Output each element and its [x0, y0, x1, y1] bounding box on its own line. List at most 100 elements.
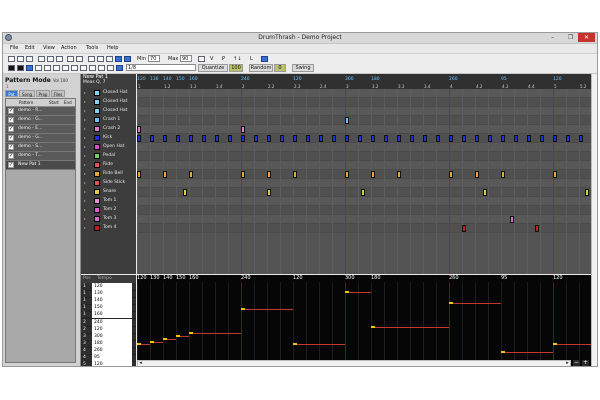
- drum-hit[interactable]: [345, 171, 349, 178]
- instrument-mute-icon[interactable]: ▸: [84, 117, 86, 122]
- pattern-checkbox[interactable]: ✓: [8, 144, 14, 150]
- instrument-lane[interactable]: [137, 215, 594, 224]
- select-icon[interactable]: [71, 65, 78, 71]
- tempo-value-cell[interactable]: 120: [92, 325, 132, 333]
- tempo-point[interactable]: [345, 291, 349, 293]
- drum-hit[interactable]: [510, 216, 514, 223]
- pattern-checkbox[interactable]: ✓: [8, 108, 14, 114]
- swing-button[interactable]: Swing: [292, 64, 314, 72]
- tempo-value-cell[interactable]: 180: [92, 339, 132, 347]
- tempo-point[interactable]: [163, 338, 167, 340]
- instrument-mute-icon[interactable]: ▸: [84, 144, 86, 149]
- quantize-button[interactable]: Quantize: [198, 64, 228, 72]
- instrument-row[interactable]: ▸ Tom 4: [81, 224, 136, 233]
- drum-hit[interactable]: [267, 171, 271, 178]
- zoom-icon[interactable]: [107, 65, 114, 71]
- mute-icon[interactable]: [98, 65, 105, 71]
- random-value[interactable]: 0: [274, 64, 286, 72]
- stop-icon[interactable]: [17, 65, 24, 71]
- drum-hit[interactable]: [163, 135, 167, 142]
- instrument-row[interactable]: ▸ Snare: [81, 188, 136, 197]
- menu-help[interactable]: Help: [107, 45, 118, 51]
- drum-hit[interactable]: [410, 135, 414, 142]
- drum-hit[interactable]: [150, 135, 154, 142]
- drum-hit[interactable]: [553, 135, 557, 142]
- drum-hit[interactable]: [241, 171, 245, 178]
- drum-hit[interactable]: [397, 135, 401, 142]
- instrument-row[interactable]: ▸ Ride: [81, 161, 136, 170]
- scroll-right-arrow[interactable]: ▸: [565, 361, 570, 366]
- tempo-point[interactable]: [189, 332, 193, 334]
- instrument-mute-icon[interactable]: ▸: [84, 162, 86, 167]
- instrument-lane[interactable]: [137, 98, 594, 107]
- redo-icon[interactable]: [76, 56, 83, 62]
- pattern-row[interactable]: ✓ demo - G...: [6, 134, 75, 143]
- tempo-value-cell[interactable]: 160: [92, 311, 132, 319]
- drum-hit[interactable]: [462, 135, 466, 142]
- tempo-value-cell[interactable]: 150: [92, 304, 132, 312]
- drum-hit[interactable]: [579, 135, 583, 142]
- instrument-lane[interactable]: [137, 161, 594, 170]
- drum-hit[interactable]: [254, 135, 258, 142]
- random-button[interactable]: Random: [249, 64, 273, 72]
- tempo-point[interactable]: [176, 335, 180, 337]
- menu-tools[interactable]: Tools: [86, 45, 98, 51]
- tempo-value-cell[interactable]: 140: [92, 297, 132, 305]
- drum-hit[interactable]: [449, 171, 453, 178]
- instrument-row[interactable]: ▸ Tom 1: [81, 197, 136, 206]
- zoom-out-button[interactable]: −: [573, 360, 580, 366]
- close-button[interactable]: ✕: [578, 33, 595, 42]
- snap-icon[interactable]: [116, 65, 123, 71]
- tempo-point[interactable]: [137, 343, 141, 345]
- menu-action[interactable]: Action: [61, 45, 77, 51]
- drum-hit[interactable]: [345, 135, 349, 142]
- column-end[interactable]: End: [64, 100, 72, 105]
- pattern-checkbox[interactable]: ✓: [8, 153, 14, 159]
- column-pos[interactable]: Pos: [83, 276, 91, 281]
- column-pattern[interactable]: Pattern: [19, 100, 33, 105]
- open-folder-icon[interactable]: [17, 56, 24, 62]
- drum-hit[interactable]: [449, 135, 453, 142]
- instrument-row[interactable]: ▸ Side Stick: [81, 179, 136, 188]
- instrument-lane[interactable]: [137, 179, 594, 188]
- drum-hit[interactable]: [267, 135, 271, 142]
- tempo-value-cell[interactable]: 95: [92, 354, 132, 361]
- drum-hit[interactable]: [137, 135, 141, 142]
- instrument-mute-icon[interactable]: ▸: [84, 216, 86, 221]
- drum-hit[interactable]: [189, 135, 193, 142]
- drum-hit[interactable]: [475, 135, 479, 142]
- instrument-lane[interactable]: [137, 143, 594, 152]
- instrument-lane[interactable]: [137, 188, 594, 197]
- pan-p-icon[interactable]: P: [222, 56, 225, 62]
- drum-hit[interactable]: [483, 189, 487, 196]
- drum-hit[interactable]: [475, 171, 479, 178]
- tempo-value-cell[interactable]: 300: [92, 332, 132, 340]
- tempo-point[interactable]: [553, 343, 557, 345]
- instrument-lane[interactable]: [137, 170, 594, 179]
- drum-hit[interactable]: [436, 135, 440, 142]
- tempo-value-cell[interactable]: 260: [92, 346, 132, 354]
- instrument-mute-icon[interactable]: ▸: [84, 189, 86, 194]
- tempo-lane[interactable]: 120 130 140 150 160 240 120 300 180 260 95 120: [137, 275, 594, 366]
- drum-hit[interactable]: [267, 189, 271, 196]
- column-start[interactable]: Start: [49, 100, 59, 105]
- zoom-in-button[interactable]: +: [582, 360, 589, 366]
- tempo-point[interactable]: [241, 308, 245, 310]
- drum-hit[interactable]: [371, 171, 375, 178]
- cut-icon[interactable]: [38, 56, 45, 62]
- pattern-row[interactable]: ✓ demo - G...: [6, 116, 75, 125]
- drum-hit[interactable]: [501, 171, 505, 178]
- copy-icon[interactable]: [47, 56, 54, 62]
- drum-hit[interactable]: [293, 135, 297, 142]
- menu-file[interactable]: File: [10, 45, 18, 51]
- drum-hit[interactable]: [585, 189, 589, 196]
- grid-resolution-select[interactable]: 1/8: [126, 64, 196, 71]
- drum-hit[interactable]: [501, 135, 505, 142]
- pattern-row[interactable]: ✓ demo - S...: [6, 143, 75, 152]
- instrument-lane[interactable]: [137, 125, 594, 134]
- tab-files[interactable]: Files: [51, 90, 65, 97]
- maximize-button[interactable]: ❐: [564, 33, 577, 42]
- drum-hit[interactable]: [306, 135, 310, 142]
- tempo-point[interactable]: [150, 341, 154, 343]
- max-velocity-field[interactable]: 90: [180, 55, 192, 62]
